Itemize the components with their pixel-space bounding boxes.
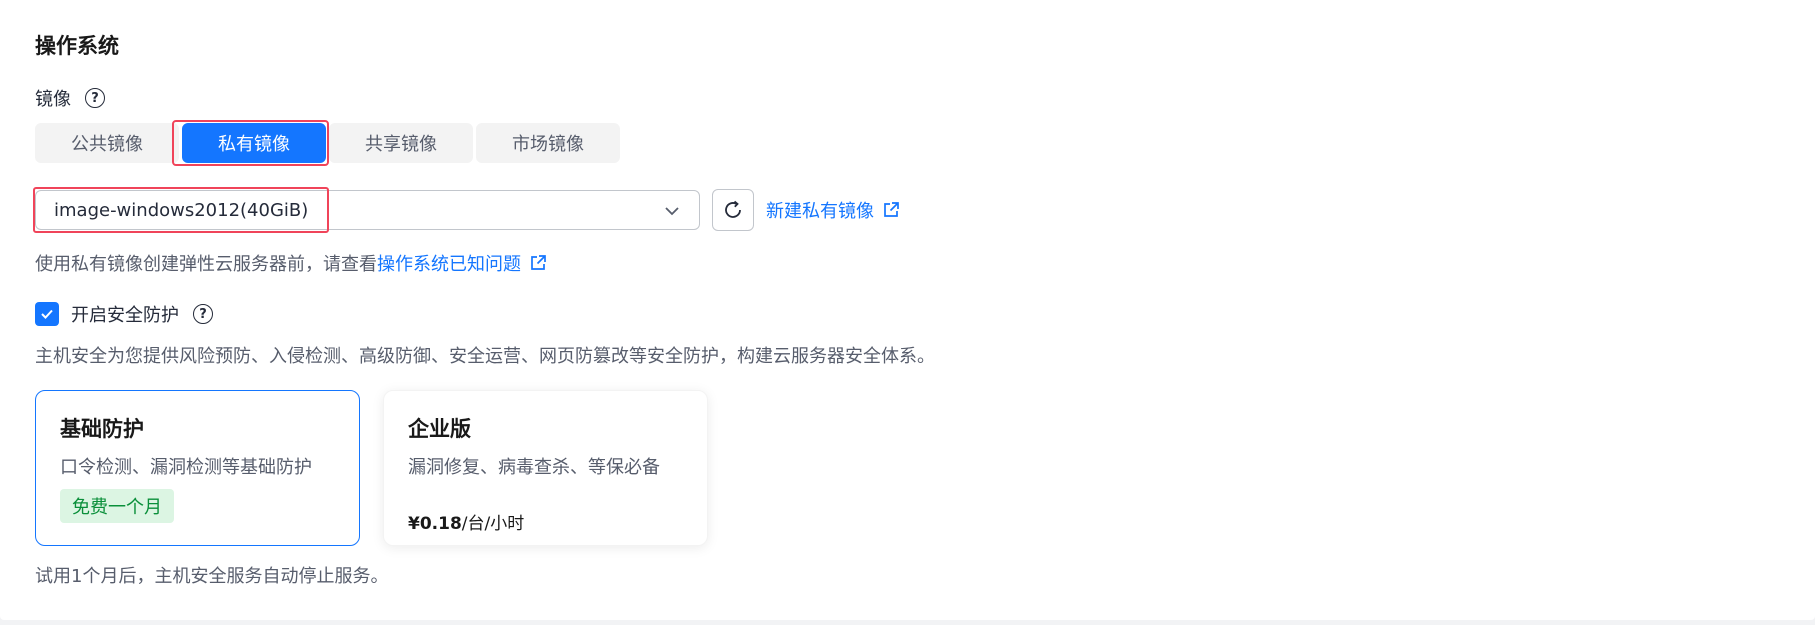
help-icon[interactable]: ? [193,304,213,324]
image-select-value: image-windows2012(40GiB) [54,199,309,221]
hint-prefix: 使用私有镜像创建弹性云服务器前，请查看 [35,254,377,275]
checkmark-icon [41,309,53,319]
tab-public-image[interactable]: 公共镜像 [35,123,179,163]
free-month-badge: 免费一个月 [60,489,174,523]
security-protection-row: 开启安全防护 ? [35,301,213,327]
price-unit: /台/小时 [461,514,525,534]
security-description: 主机安全为您提供风险预防、入侵检测、高级防御、安全运营、网页防篡改等安全防护，构… [35,346,935,367]
tab-private-image[interactable]: 私有镜像 [172,120,329,166]
card-title: 基础防护 [60,417,144,441]
refresh-icon [725,200,741,218]
security-checkbox[interactable] [35,302,59,326]
section-title: 操作系统 [35,34,119,58]
help-icon[interactable]: ? [85,88,105,108]
card-enterprise[interactable]: 企业版 漏洞修复、病毒查杀、等保必备 ¥0.18/台/小时 [383,390,708,546]
create-private-image-label: 新建私有镜像 [766,201,874,222]
tab-shared-image[interactable]: 共享镜像 [329,123,473,163]
external-link-icon [882,201,900,219]
card-subtitle: 口令检测、漏洞检测等基础防护 [60,457,312,478]
image-select[interactable]: image-windows2012(40GiB) [33,187,700,233]
price: ¥0.18/台/小时 [408,509,683,534]
private-image-hint: 使用私有镜像创建弹性云服务器前，请查看 操作系统已知问题 [35,250,547,276]
os-known-issues-link[interactable]: 操作系统已知问题 [377,250,521,276]
image-select-row: image-windows2012(40GiB) 新建私有镜像 [33,187,900,233]
card-title: 企业版 [408,417,471,441]
card-basic-protection[interactable]: 基础防护 口令检测、漏洞检测等基础防护 免费一个月 [35,390,360,546]
image-type-tabs: 公共镜像 私有镜像 共享镜像 市场镜像 [35,120,623,166]
trial-footer-note: 试用1个月后，主机安全服务自动停止服务。 [35,566,389,587]
price-value: ¥0.18 [408,514,462,534]
create-private-image-link[interactable]: 新建私有镜像 [766,197,900,223]
os-config-panel: 操作系统 镜像 ? 公共镜像 私有镜像 共享镜像 市场镜像 image-wind… [0,0,1815,620]
image-label: 镜像 [35,89,71,110]
external-link-icon[interactable] [529,254,547,272]
refresh-button[interactable] [712,189,754,231]
image-label-row: 镜像 ? [35,85,105,111]
chevron-down-icon [665,207,679,216]
security-checkbox-label[interactable]: 开启安全防护 [71,301,179,327]
card-subtitle: 漏洞修复、病毒查杀、等保必备 [408,457,660,478]
tab-market-image[interactable]: 市场镜像 [476,123,620,163]
